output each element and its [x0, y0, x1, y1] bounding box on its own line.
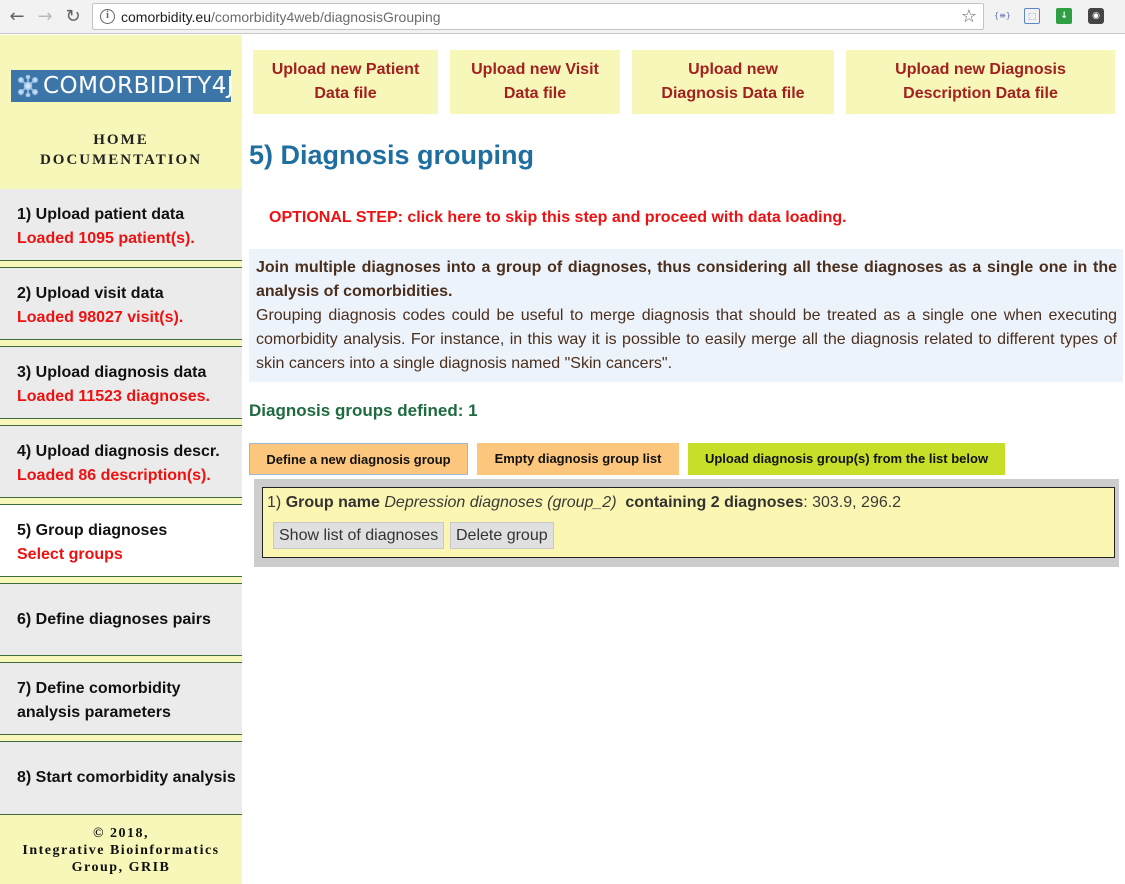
step-title: 4) Upload diagnosis descr. [17, 443, 220, 460]
group-containing-label: containing 2 diagnoses [625, 494, 804, 511]
home-link[interactable]: HOME [0, 132, 242, 149]
sidebar-step-upload-visit[interactable]: 2) Upload visit data Loaded 98027 visit(… [0, 268, 242, 339]
upload-diagnosis-description-button[interactable]: Upload new Diagnosis Description Data fi… [846, 50, 1115, 114]
site-info-icon[interactable]: i [100, 9, 115, 24]
group-codes: : 303.9, 296.2 [803, 494, 902, 511]
button-label-line1: Upload new Patient [271, 61, 420, 78]
divider [0, 339, 242, 347]
logo-text: COMORBIDITY4J [43, 73, 235, 99]
info-box: Join multiple diagnoses into a group of … [249, 249, 1123, 382]
back-arrow-icon[interactable]: ← [6, 6, 28, 28]
group-card: 1) Group name Depression diagnoses (grou… [262, 487, 1115, 558]
skip-step-link[interactable]: OPTIONAL STEP: click here to skip this s… [269, 209, 847, 227]
molecule-icon [18, 75, 38, 97]
sidebar-step-define-pairs[interactable]: 6) Define diagnoses pairs [0, 584, 242, 655]
footer-org-line2: Group, GRIB [71, 860, 171, 875]
divider [0, 655, 242, 663]
delete-group-button[interactable]: Delete group [450, 522, 554, 549]
documentation-link[interactable]: DOCUMENTATION [0, 152, 242, 169]
step-status: Loaded 1095 patient(s). [17, 230, 195, 247]
page-title: 5) Diagnosis grouping [249, 140, 535, 170]
button-label-line2: Data file [503, 85, 567, 102]
button-label-line2: Description Data file [903, 85, 1058, 102]
sidebar-step-upload-diagnosis[interactable]: 3) Upload diagnosis data Loaded 11523 di… [0, 347, 242, 418]
empty-group-list-button[interactable]: Empty diagnosis group list [477, 443, 679, 475]
sidebar-step-upload-description[interactable]: 4) Upload diagnosis descr. Loaded 86 des… [0, 426, 242, 497]
button-label-line2: Diagnosis Data file [661, 85, 805, 102]
sidebar-step-start-analysis[interactable]: 8) Start comorbidity analysis [0, 742, 242, 814]
define-group-button[interactable]: Define a new diagnosis group [249, 443, 468, 475]
show-diagnoses-button[interactable]: Show list of diagnoses [273, 522, 445, 549]
sidebar-step-group-diagnoses[interactable]: 5) Group diagnoses Select groups [0, 505, 242, 576]
button-label-line2: Data file [314, 85, 377, 102]
group-name-label: Group name [285, 494, 380, 511]
forward-arrow-icon[interactable]: → [34, 6, 56, 28]
divider [0, 497, 242, 505]
step-title: 6) Define diagnoses pairs [17, 611, 211, 628]
step-status: Loaded 11523 diagnoses. [17, 388, 210, 405]
button-label-line1: Upload new Diagnosis [895, 61, 1066, 78]
step-title: 7) Define comorbidity [17, 680, 181, 697]
groups-defined-count: Diagnosis groups defined: 1 [249, 401, 478, 420]
divider [0, 418, 242, 426]
address-bar[interactable]: i comorbidity.eu/comorbidity4web/diagnos… [92, 3, 984, 30]
upload-patient-data-button[interactable]: Upload new Patient Data file [253, 50, 438, 114]
footer-org-line1: Integrative Bioinformatics [22, 843, 220, 858]
document-extension-icon[interactable]: ⬚ [1024, 8, 1040, 24]
reload-icon[interactable]: ↻ [62, 6, 84, 28]
sidebar: COMORBIDITY4J HOME DOCUMENTATION 1) Uplo… [0, 35, 242, 884]
group-name-value: Depression diagnoses (group_2) [384, 494, 617, 511]
sidebar-footer: © 2018, Integrative Bioinformatics Group… [0, 814, 242, 884]
divider [0, 734, 242, 742]
info-summary: Join multiple diagnoses into a group of … [256, 259, 1117, 300]
button-label-line1: Upload new [688, 61, 778, 78]
step-title: 3) Upload diagnosis data [17, 364, 207, 381]
step-status: Loaded 86 description(s). [17, 467, 211, 484]
step-title: 8) Start comorbidity analysis [17, 769, 236, 786]
upload-diagnosis-data-button[interactable]: Upload new Diagnosis Data file [632, 50, 834, 114]
sidebar-step-upload-patient[interactable]: 1) Upload patient data Loaded 1095 patie… [0, 189, 242, 260]
step-title: 2) Upload visit data [17, 285, 164, 302]
button-label-line1: Upload new Visit [471, 61, 599, 78]
logo-area: COMORBIDITY4J HOME DOCUMENTATION [0, 35, 242, 189]
step-status: Loaded 98027 visit(s). [17, 309, 184, 326]
upload-visit-data-button[interactable]: Upload new Visit Data file [450, 50, 620, 114]
app-logo[interactable]: COMORBIDITY4J [11, 70, 235, 102]
lightbulb-extension-icon[interactable]: ◉ [1088, 8, 1104, 24]
url-text[interactable]: comorbidity.eu/comorbidity4web/diagnosis… [121, 9, 441, 25]
divider [0, 260, 242, 268]
download-extension-icon[interactable]: ↓ [1056, 8, 1072, 24]
step-title-line2: analysis parameters [17, 704, 171, 721]
divider [0, 576, 242, 584]
sidebar-step-analysis-parameters[interactable]: 7) Define comorbidity analysis parameter… [0, 663, 242, 734]
upload-groups-button[interactable]: Upload diagnosis group(s) from the list … [688, 443, 1005, 475]
json-extension-icon[interactable]: {≡} [994, 8, 1011, 24]
info-description: Grouping diagnosis codes could be useful… [256, 307, 1117, 372]
step-title: 1) Upload patient data [17, 206, 185, 223]
group-index: 1) [267, 494, 282, 511]
step-title: 5) Group diagnoses [17, 522, 168, 539]
browser-toolbar: ← → ↻ i comorbidity.eu/comorbidity4web/d… [0, 0, 1125, 34]
step-status: Select groups [17, 546, 123, 563]
bookmark-star-icon[interactable]: ☆ [961, 6, 977, 27]
group-list: 1) Group name Depression diagnoses (grou… [254, 479, 1119, 567]
footer-copyright: © 2018, [93, 826, 149, 841]
